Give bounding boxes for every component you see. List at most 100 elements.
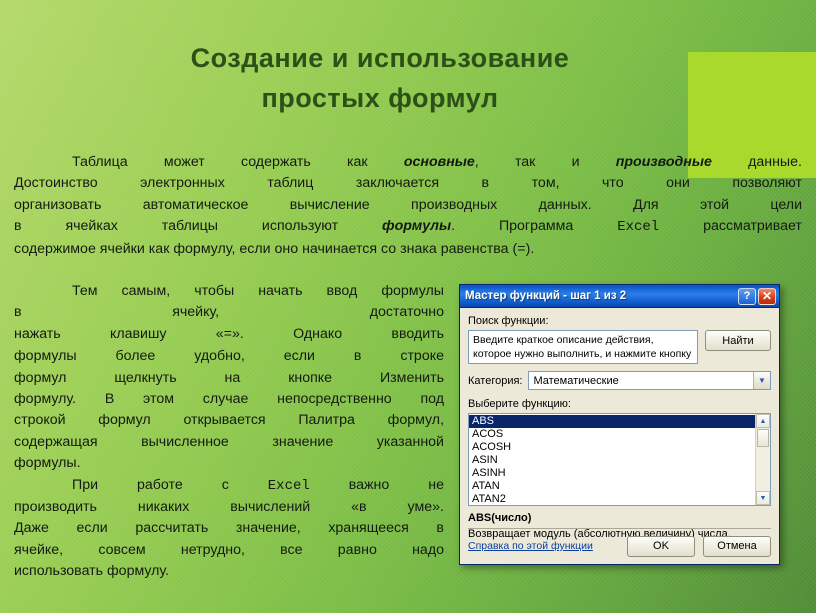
find-button[interactable]: Найти xyxy=(705,330,771,351)
function-help-link[interactable]: Справка по этой функции xyxy=(468,540,627,552)
text-token: формулы xyxy=(381,283,444,299)
text-token: « xyxy=(215,325,224,342)
text-token: с xyxy=(221,476,229,493)
text-token: Палитра xyxy=(298,412,355,429)
text-token: содержимое xyxy=(14,240,96,257)
search-input[interactable]: Введите краткое описание действия, котор… xyxy=(468,330,698,364)
function-list-item[interactable]: ABS xyxy=(469,415,755,428)
text-token: достаточно xyxy=(369,304,444,321)
text-token: более xyxy=(115,348,156,365)
text-token: Программа xyxy=(498,218,574,235)
text-token: формулы xyxy=(382,218,452,235)
text-token: они xyxy=(666,175,690,192)
para-left-line-10: производить никаких вычислений «в уме». xyxy=(14,497,444,518)
function-list-item[interactable]: ACOSH xyxy=(469,441,755,454)
text-token: ). xyxy=(525,240,535,257)
text-token: вычисленное xyxy=(141,433,229,450)
text-token: организовать xyxy=(14,196,102,213)
para-top-line-4: содержимое ячейки как формулу, если оно … xyxy=(14,239,802,261)
text-token: если xyxy=(239,240,271,257)
text-token: этом xyxy=(143,391,174,408)
text-token: . xyxy=(451,218,456,235)
chevron-down-icon[interactable]: ▼ xyxy=(753,372,770,389)
para-left-line-13: использовать формулу. xyxy=(14,561,444,582)
text-token: формулу. xyxy=(107,563,170,580)
scroll-down-icon[interactable]: ▼ xyxy=(756,491,770,505)
text-token: хранящееся xyxy=(328,520,409,537)
text-token: ячейках xyxy=(65,218,118,235)
text-token: рассчитать xyxy=(135,520,209,537)
scrollbar-track[interactable] xyxy=(756,448,770,491)
text-token: автоматическое xyxy=(142,196,249,213)
text-token: важно xyxy=(348,476,390,493)
text-token: в xyxy=(14,304,22,321)
function-list-item[interactable]: ASIN xyxy=(469,454,755,467)
search-function-label: Поиск функции: xyxy=(468,315,549,327)
text-token: вводить xyxy=(391,325,445,342)
function-wizard-dialog[interactable]: Мастер функций - шаг 1 из 2 ? ✕ Поиск фу… xyxy=(459,284,780,565)
dialog-title: Мастер функций - шаг 1 из 2 xyxy=(465,290,627,302)
text-token: чтобы xyxy=(194,283,235,299)
text-token: все xyxy=(280,541,303,558)
text-token: При xyxy=(72,476,99,493)
function-list-item[interactable]: ATAN2 xyxy=(469,493,755,505)
text-token: производные xyxy=(615,154,712,170)
text-token: электронных xyxy=(140,175,225,192)
text-token: использовать xyxy=(14,563,104,580)
para-top-line-2: организовать автоматическое вычисление п… xyxy=(14,195,802,216)
text-token: начинается xyxy=(302,240,378,257)
scroll-up-icon[interactable]: ▲ xyxy=(756,414,770,428)
text-token: формул, xyxy=(387,412,445,429)
help-icon[interactable]: ? xyxy=(738,287,756,305)
text-token: в xyxy=(14,218,22,235)
function-list-item[interactable]: ACOS xyxy=(469,428,755,441)
text-token: содержать xyxy=(240,154,311,170)
para-left-line-8: формулы. xyxy=(14,453,444,474)
text-token: позволяют xyxy=(732,175,802,192)
cancel-button[interactable]: Отмена xyxy=(703,535,771,557)
listbox-scrollbar[interactable]: ▲ ▼ xyxy=(755,414,770,505)
text-token: Excel xyxy=(617,219,660,236)
text-token: и xyxy=(571,154,580,170)
text-token: Таблица xyxy=(72,154,128,170)
text-token: Даже xyxy=(14,520,49,537)
function-list-item[interactable]: ATAN xyxy=(469,480,755,493)
text-token: знака xyxy=(400,240,437,257)
text-token: нетрудно, xyxy=(180,541,245,558)
text-token: в xyxy=(481,175,490,192)
text-token: ячейке, xyxy=(14,541,64,558)
text-token: строкой xyxy=(14,412,66,429)
search-row: Введите краткое описание действия, котор… xyxy=(468,330,771,364)
close-icon[interactable]: ✕ xyxy=(758,287,776,305)
dialog-divider xyxy=(468,528,771,529)
function-list[interactable]: ABS ACOS ACOSH ASIN ASINH ATAN ATAN2 xyxy=(469,414,755,505)
para-left-line-11: Даже если рассчитать значение, хранящеес… xyxy=(14,518,444,539)
page-title: Создание и использование простых формул xyxy=(60,38,700,118)
para-top-line-0: Таблица может содержать как основные, та… xyxy=(14,152,802,173)
text-token: , xyxy=(474,154,479,170)
text-token: таблицы xyxy=(161,218,219,235)
para-left-line-0: Тем самым, чтобы начать ввод формулы xyxy=(14,281,444,302)
text-token: формулу. xyxy=(14,391,77,408)
text-token: может xyxy=(163,154,205,170)
function-listbox[interactable]: ABS ACOS ACOSH ASIN ASINH ATAN ATAN2 ▲ ▼ xyxy=(468,413,771,506)
text-token: равенства xyxy=(440,240,509,257)
text-token: ячейку, xyxy=(172,304,220,321)
scrollbar-thumb[interactable] xyxy=(757,429,769,447)
para-left-line-6: строкой формул открывается Палитра форму… xyxy=(14,410,444,431)
text-token: значение xyxy=(272,433,334,450)
text-token: формул xyxy=(14,369,67,386)
text-token: если xyxy=(76,520,108,537)
category-select[interactable]: Математические ▼ xyxy=(528,371,771,390)
text-token: щелкнуть xyxy=(114,369,177,386)
text-token: таблиц xyxy=(267,175,314,192)
text-token: под xyxy=(420,391,445,408)
text-token: Тем xyxy=(72,283,98,299)
text-token: = xyxy=(517,241,526,258)
text-token: кнопке xyxy=(288,369,333,386)
function-list-item[interactable]: ASINH xyxy=(469,467,755,480)
text-token: основные xyxy=(403,154,475,170)
dialog-titlebar[interactable]: Мастер функций - шаг 1 из 2 ? ✕ xyxy=(460,285,779,308)
ok-button[interactable]: OK xyxy=(627,535,695,557)
text-token: если xyxy=(283,348,315,365)
